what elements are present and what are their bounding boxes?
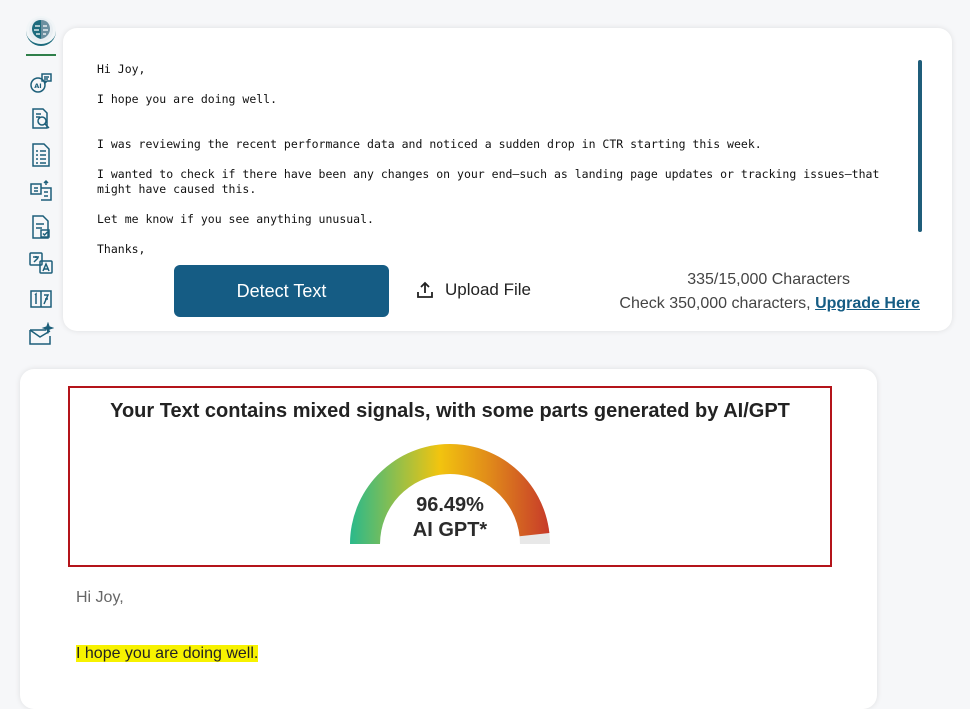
ai-score-label: AI GPT*: [412, 519, 488, 541]
input-line: Thanks,: [97, 242, 146, 256]
upload-icon: [417, 281, 433, 298]
character-info: 335/15,000 Characters Check 350,000 char…: [619, 268, 920, 316]
brain-logo-icon[interactable]: [26, 16, 56, 46]
document-search-icon[interactable]: [26, 104, 56, 134]
sidebar-divider: [26, 54, 56, 56]
document-list-icon[interactable]: [26, 140, 56, 170]
analyzed-line: Hi Joy,: [76, 589, 124, 606]
character-count: 335/15,000 Characters: [687, 271, 850, 288]
input-line: I was reviewing the recent performance d…: [97, 137, 762, 151]
result-summary-box: Your Text contains mixed signals, with s…: [68, 386, 832, 567]
input-card: Hi Joy, I hope you are doing well. I was…: [63, 28, 952, 331]
result-title: Your Text contains mixed signals, with s…: [110, 400, 790, 422]
ai-chat-icon[interactable]: AI: [26, 68, 56, 98]
input-line: I wanted to check if there have been any…: [97, 167, 887, 196]
ai-score-value: 96.49%: [416, 494, 484, 516]
number-grid-icon[interactable]: [26, 284, 56, 314]
result-card: Your Text contains mixed signals, with s…: [20, 369, 877, 709]
mail-sparkle-icon[interactable]: [26, 320, 56, 350]
upload-file-button[interactable]: Upload File: [415, 277, 531, 303]
input-line: Hi Joy,: [97, 62, 146, 76]
text-input-area[interactable]: Hi Joy, I hope you are doing well. I was…: [97, 62, 897, 258]
input-line: Let me know if you see anything unusual.: [97, 212, 374, 226]
document-check-icon[interactable]: [26, 212, 56, 242]
highlighted-sentence: I hope you are doing well.: [76, 645, 259, 662]
input-scrollbar[interactable]: [918, 60, 922, 232]
input-line: I hope you are doing well.: [97, 92, 278, 106]
sidebar: AI: [24, 14, 58, 354]
svg-text:AI: AI: [34, 82, 41, 90]
character-limit-text: Check 350,000 characters,: [619, 295, 811, 312]
detect-text-button[interactable]: Detect Text: [174, 265, 389, 317]
paraphrase-icon[interactable]: [26, 176, 56, 206]
upgrade-link[interactable]: Upgrade Here: [815, 295, 920, 312]
translate-icon[interactable]: [26, 248, 56, 278]
upload-file-label: Upload File: [445, 280, 531, 299]
analyzed-text: Hi Joy, I hope you are doing well.: [76, 589, 259, 701]
